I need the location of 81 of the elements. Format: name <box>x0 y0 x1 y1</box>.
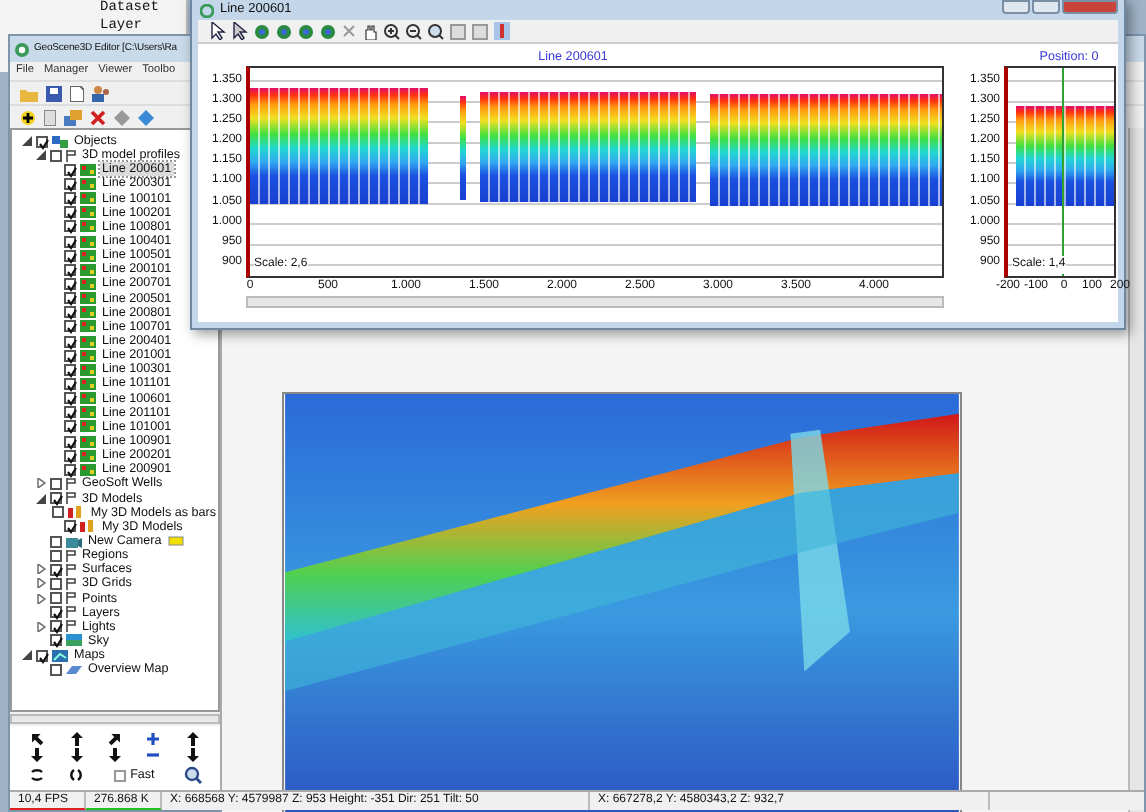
marker-icon[interactable] <box>494 22 510 40</box>
minus-icon[interactable] <box>146 748 161 763</box>
camera-icon <box>66 535 82 547</box>
page-icon[interactable] <box>44 109 56 125</box>
checkbox[interactable] <box>64 177 76 190</box>
save-icon[interactable] <box>46 85 62 101</box>
zoom-icon[interactable] <box>428 23 444 39</box>
rotate-icon[interactable] <box>66 768 87 783</box>
section-block <box>460 96 466 200</box>
checkbox[interactable] <box>64 463 76 476</box>
checkbox[interactable] <box>64 377 76 390</box>
app-icon <box>14 41 30 57</box>
checkbox[interactable] <box>64 249 76 262</box>
checkbox[interactable] <box>50 492 62 505</box>
checkbox[interactable] <box>64 306 76 319</box>
checkbox[interactable] <box>50 634 62 647</box>
zoom-icon[interactable] <box>183 766 202 785</box>
checkbox[interactable] <box>50 563 62 576</box>
horizontal-scrollbar[interactable] <box>246 296 944 308</box>
checkbox[interactable] <box>64 206 76 219</box>
checkbox[interactable] <box>64 435 76 448</box>
checkbox[interactable] <box>64 163 76 176</box>
document-icon[interactable] <box>70 85 84 101</box>
checkbox[interactable] <box>50 149 62 162</box>
app-icon <box>200 3 214 17</box>
expander-icon[interactable] <box>22 650 32 661</box>
checkbox[interactable] <box>52 506 65 519</box>
checkbox[interactable] <box>64 292 76 305</box>
minimize-button[interactable] <box>1002 0 1030 14</box>
expander-icon[interactable] <box>36 150 46 161</box>
checkbox[interactable] <box>50 577 62 590</box>
map-icon <box>52 649 68 662</box>
expander-icon[interactable] <box>36 593 46 604</box>
checkbox[interactable] <box>64 277 76 290</box>
plus-icon[interactable] <box>146 731 161 746</box>
checkbox[interactable] <box>64 449 76 462</box>
layers-icon[interactable] <box>64 109 82 125</box>
section-block <box>1016 106 1114 206</box>
checkbox[interactable] <box>36 135 48 148</box>
checkbox[interactable] <box>64 520 76 533</box>
expander-icon[interactable] <box>36 493 46 504</box>
swatch-icon <box>167 536 184 546</box>
checkbox[interactable] <box>50 592 62 605</box>
delete-icon[interactable] <box>90 109 106 125</box>
flag-icon <box>66 149 76 162</box>
expander-icon[interactable] <box>36 621 46 632</box>
checkbox[interactable] <box>50 606 62 619</box>
checkbox[interactable] <box>64 320 76 333</box>
hand-icon[interactable] <box>362 23 378 39</box>
checkbox[interactable] <box>64 263 76 276</box>
vertical-scrollbar[interactable] <box>1128 128 1144 812</box>
checkbox[interactable] <box>50 620 62 633</box>
rotate-icon[interactable] <box>30 766 45 785</box>
checkbox[interactable] <box>64 335 76 348</box>
checkbox[interactable] <box>64 406 76 419</box>
people-icon[interactable] <box>92 85 110 101</box>
checkbox[interactable] <box>64 220 76 233</box>
zoom-in-icon[interactable] <box>384 23 400 39</box>
checkbox[interactable] <box>50 663 62 676</box>
checkbox[interactable] <box>50 477 62 490</box>
checkbox[interactable] <box>64 392 76 405</box>
add-icon[interactable] <box>20 109 36 125</box>
map-layer-icon <box>66 663 82 676</box>
zoom-out-icon[interactable] <box>406 23 422 39</box>
checkbox[interactable] <box>50 549 62 562</box>
expander-icon[interactable] <box>22 136 32 147</box>
checkbox[interactable] <box>114 769 127 782</box>
checkbox[interactable] <box>36 649 48 662</box>
expander-icon[interactable] <box>36 578 46 589</box>
checkbox[interactable] <box>64 420 76 433</box>
checkbox[interactable] <box>64 235 76 248</box>
expander-icon[interactable] <box>36 564 46 575</box>
maximize-button[interactable] <box>1032 0 1060 14</box>
checkbox[interactable] <box>64 349 76 362</box>
checkbox[interactable] <box>64 192 76 205</box>
checkbox[interactable] <box>50 535 62 547</box>
objects-icon <box>52 135 68 148</box>
horizontal-scrollbar[interactable] <box>10 714 220 724</box>
sky-icon <box>66 634 82 647</box>
expander-icon[interactable] <box>36 478 46 489</box>
checkbox[interactable] <box>64 363 76 376</box>
